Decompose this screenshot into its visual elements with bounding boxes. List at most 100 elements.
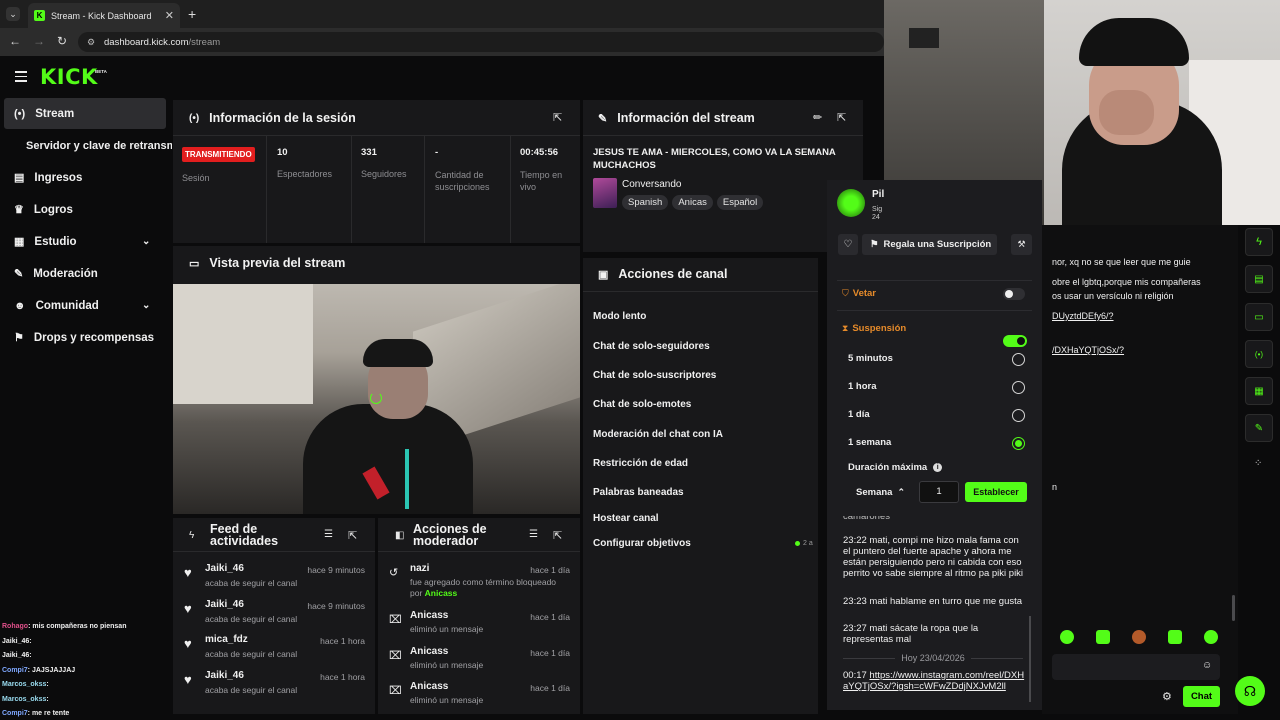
- stream-video[interactable]: [173, 284, 580, 514]
- action-subscribers-only[interactable]: Chat de solo-suscriptores: [593, 370, 716, 381]
- radio-selected-icon[interactable]: [1012, 437, 1025, 450]
- unit-select[interactable]: Semana ⌃: [849, 483, 913, 501]
- filter-icon[interactable]: ☰: [324, 529, 333, 540]
- history-message: 23:22 mati, compi me hizo mala fama con …: [843, 535, 1025, 579]
- mod-action-target[interactable]: Anicass: [410, 681, 448, 692]
- chat-line[interactable]: /DXHaYQTjOSx/?: [1052, 345, 1124, 356]
- popout-icon[interactable]: ⇱: [553, 529, 562, 542]
- action-followers-only[interactable]: Chat de solo-seguidores: [593, 341, 710, 352]
- new-tab-icon[interactable]: +: [188, 6, 196, 22]
- radio-icon[interactable]: [1012, 381, 1025, 394]
- message-link[interactable]: https://www.instagram.com/reel/DXHaYQTjO…: [843, 670, 1024, 692]
- ban-row[interactable]: ⛉ Vetar: [842, 288, 876, 299]
- chat-send-button[interactable]: Chat: [1183, 686, 1220, 707]
- tag[interactable]: Anicas: [672, 195, 713, 210]
- duration-amount-input[interactable]: 1: [919, 481, 959, 503]
- follow-heart-button[interactable]: ♡: [838, 234, 858, 255]
- sidebar-item-ingresos[interactable]: ▤ Ingresos: [4, 162, 166, 193]
- layout-button[interactable]: ▦: [1245, 377, 1273, 405]
- timeout-toggle[interactable]: [1003, 335, 1027, 347]
- set-duration-button[interactable]: Establecer: [965, 482, 1027, 502]
- emote-icon[interactable]: [1096, 630, 1110, 644]
- ban-toggle[interactable]: [1003, 288, 1025, 300]
- back-icon[interactable]: ←: [9, 34, 21, 48]
- popout-icon[interactable]: ⇱: [837, 111, 846, 124]
- edit-icon[interactable]: ✏: [813, 111, 822, 124]
- popout-icon[interactable]: ⇱: [348, 529, 357, 542]
- overlay-chat-user: Marcos_okss: [2, 695, 47, 703]
- feed-item: ♥ Jaiki_46 acaba de seguir el canal hace…: [173, 670, 375, 704]
- mod-action-target[interactable]: Anicass: [410, 646, 448, 657]
- action-ai-moderation[interactable]: Moderación del chat con IA: [593, 429, 723, 440]
- action-goals[interactable]: Configurar objetivos: [593, 538, 691, 549]
- menu-icon[interactable]: [15, 71, 27, 82]
- tools-button[interactable]: ✎: [1245, 414, 1273, 442]
- sidebar-item-moderacion[interactable]: ✎ Moderación: [4, 258, 166, 289]
- filter-icon[interactable]: ☰: [529, 529, 538, 540]
- browser-tab[interactable]: K Stream - Kick Dashboard ✕: [28, 3, 180, 28]
- duration-option[interactable]: 1 día: [848, 409, 1028, 423]
- feed-user[interactable]: Jaiki_46: [205, 599, 244, 610]
- url-field[interactable]: ⚙ dashboard.kick.com/stream: [78, 32, 884, 52]
- add-widget-icon[interactable]: ⁘: [1254, 458, 1262, 469]
- tag[interactable]: Español: [716, 195, 764, 210]
- mod-hammer-button[interactable]: ⚒: [1011, 234, 1032, 255]
- sidebar-item-estudio[interactable]: ▦ Estudio ⌄: [4, 226, 166, 257]
- timeout-row[interactable]: ⧗ Suspensión: [842, 323, 906, 334]
- mod-action-user[interactable]: Anicass: [425, 588, 458, 598]
- emote-icon[interactable]: [1168, 630, 1182, 644]
- forward-icon[interactable]: →: [33, 34, 45, 48]
- sidebar-item-logros[interactable]: ♛ Logros: [4, 194, 166, 225]
- sidebar-item-server-key[interactable]: Servidor y clave de retransmisión: [16, 130, 172, 161]
- sidebar-item-comunidad[interactable]: ☻ Comunidad ⌄: [4, 290, 166, 321]
- chat-scrollbar[interactable]: [1232, 595, 1235, 621]
- username[interactable]: Pil: [872, 189, 884, 200]
- action-banned-words[interactable]: Palabras baneadas: [593, 487, 684, 498]
- chat-button[interactable]: ▭: [1245, 303, 1273, 331]
- duration-option[interactable]: 5 minutos: [848, 353, 1028, 367]
- radio-icon[interactable]: [1012, 353, 1025, 366]
- chat-input[interactable]: ☺: [1052, 654, 1220, 680]
- tab-close-icon[interactable]: ✕: [165, 9, 174, 22]
- emote-icon[interactable]: [1060, 630, 1074, 644]
- settings-icon[interactable]: ⚙: [1162, 690, 1172, 703]
- feed-user[interactable]: mica_fdz: [205, 634, 248, 645]
- feed-user[interactable]: Jaiki_46: [205, 563, 244, 574]
- gift-icon: ⚑: [14, 332, 24, 344]
- layout-icon: ▦: [1254, 385, 1264, 397]
- stream-button[interactable]: (•): [1245, 340, 1273, 368]
- action-slow-mode[interactable]: Modo lento: [593, 311, 646, 322]
- action-host-channel[interactable]: Hostear canal: [593, 513, 659, 524]
- tab-list-chevron-icon[interactable]: ⌄: [6, 7, 20, 21]
- chat-line[interactable]: DUyztdDEfy6/?: [1052, 311, 1114, 322]
- emoji-icon[interactable]: ☺: [1202, 660, 1212, 671]
- mod-action-target[interactable]: nazi: [410, 563, 429, 574]
- mod-action-target[interactable]: Anicass: [410, 610, 448, 621]
- avatar[interactable]: [837, 189, 865, 217]
- gift-sub-button[interactable]: ⚑ Regala una Suscripción: [862, 234, 997, 255]
- radio-icon[interactable]: [1012, 409, 1025, 422]
- panel-title: Información de la sesión: [209, 111, 356, 125]
- kick-logo[interactable]: KICK: [40, 65, 98, 89]
- action-emotes-only[interactable]: Chat de solo-emotes: [593, 399, 691, 410]
- mod-action-desc: eliminó un mensaje: [410, 660, 484, 670]
- emote-icon[interactable]: [1132, 630, 1146, 644]
- sidebar-item-drops[interactable]: ⚑ Drops y recompensas: [4, 322, 166, 353]
- site-info-icon[interactable]: ⚙: [87, 37, 95, 48]
- notes-button[interactable]: ▤: [1245, 265, 1273, 293]
- chat-panel: nor, xq no se que leer que me guie obre e…: [1042, 225, 1238, 714]
- stream-preview-title: ▭ Vista previa del stream: [189, 256, 345, 270]
- duration-option[interactable]: 1 semana: [848, 437, 1028, 451]
- history-scrollbar[interactable]: [1029, 616, 1031, 702]
- emote-icon[interactable]: [1204, 630, 1218, 644]
- reload-icon[interactable]: ↻: [57, 34, 67, 48]
- category-name[interactable]: Conversando: [622, 179, 681, 190]
- popout-icon[interactable]: ⇱: [553, 111, 562, 124]
- action-age-restriction[interactable]: Restricción de edad: [593, 458, 688, 469]
- duration-option[interactable]: 1 hora: [848, 381, 1028, 395]
- feed-user[interactable]: Jaiki_46: [205, 670, 244, 681]
- sidebar-item-stream[interactable]: (•) Stream: [4, 98, 166, 129]
- quick-actions-button[interactable]: ϟ: [1245, 228, 1273, 256]
- tag[interactable]: Spanish: [622, 195, 669, 210]
- support-button[interactable]: ☊: [1235, 676, 1265, 706]
